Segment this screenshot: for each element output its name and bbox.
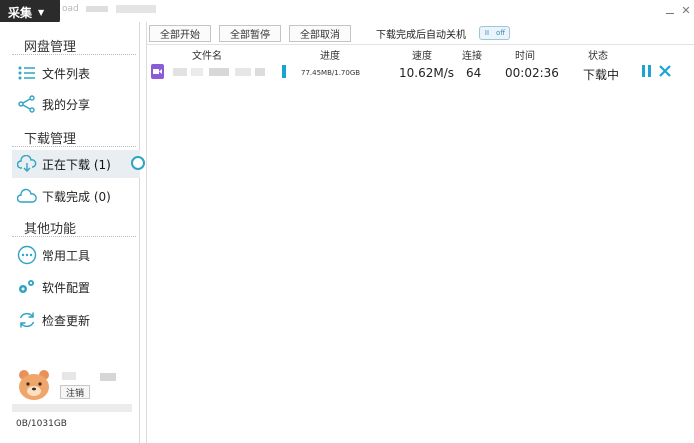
toggle-off-label: off <box>496 29 506 37</box>
blurred-filename <box>255 68 265 76</box>
cloud-done-icon <box>16 185 38 207</box>
caret-down-icon: ▼ <box>38 7 45 17</box>
more-icon <box>16 244 38 266</box>
sidebar-item-completed[interactable]: 下载完成 (0) <box>12 182 140 210</box>
sidebar-item-label: 我的分享 <box>42 97 91 112</box>
blurred-filename <box>209 68 229 76</box>
share-icon <box>16 93 38 115</box>
column-header-speed[interactable]: 速度 <box>412 47 432 62</box>
column-header-status[interactable]: 状态 <box>588 47 608 62</box>
sidebar-item-my-share[interactable]: 我的分享 <box>12 90 140 118</box>
section-divider <box>12 236 136 237</box>
column-header-progress[interactable]: 进度 <box>320 47 340 62</box>
sidebar-item-downloading[interactable]: 正在下载 (1) <box>12 150 140 178</box>
row-progress: 77.45MB/1.70GB <box>301 69 361 77</box>
sidebar-item-label: 文件列表 <box>42 66 91 81</box>
blurred-username <box>62 372 76 380</box>
sidebar-item-label: 下载完成 (0) <box>42 189 111 204</box>
blurred-title-part <box>116 5 156 13</box>
collect-menu-button[interactable]: 采集 ▼ <box>0 0 60 24</box>
quota-text: 0B/1031GB <box>16 419 67 429</box>
row-connections: 64 <box>466 66 482 80</box>
close-icon[interactable]: ✕ <box>680 4 692 16</box>
active-indicator-icon <box>131 156 145 170</box>
toolbar-divider <box>147 44 694 45</box>
sidebar-item-check-update[interactable]: 检查更新 <box>12 306 140 334</box>
blurred-title-part <box>86 6 108 12</box>
sidebar-item-label: 常用工具 <box>42 248 91 263</box>
row-time: 00:02:36 <box>505 66 559 80</box>
sidebar-item-label: 正在下载 (1) <box>42 157 111 172</box>
auto-shutdown-label: 下载完成后自动关机 <box>376 30 466 41</box>
quota-bar <box>12 404 132 412</box>
collect-menu-label: 采集 <box>8 5 33 20</box>
section-title-other: 其他功能 <box>24 222 77 237</box>
toggle-knob: II <box>484 29 490 37</box>
download-panel: 全部开始 全部暂停 全部取消 下载完成后自动关机 II off 文件名 进度 速… <box>146 22 694 443</box>
cancel-download-icon[interactable] <box>658 64 672 78</box>
auto-shutdown-toggle[interactable]: II off <box>479 26 510 40</box>
start-all-button[interactable]: 全部开始 <box>149 25 211 42</box>
logout-button[interactable]: 注销 <box>60 385 90 399</box>
column-header-time[interactable]: 时间 <box>515 47 535 62</box>
section-title-cloud-manage: 网盘管理 <box>24 40 77 55</box>
sidebar-item-settings[interactable]: 软件配置 <box>12 273 140 301</box>
progress-indicator <box>282 65 286 78</box>
cancel-all-button[interactable]: 全部取消 <box>289 25 351 42</box>
blurred-filename <box>191 68 203 76</box>
app-window: 采集 ▼ oad ✕ 网盘管理 文件列表 我的分享 下载管理 正在下载 (1) … <box>0 0 694 443</box>
sidebar-item-tools[interactable]: 常用工具 <box>12 241 140 269</box>
refresh-icon <box>16 309 38 331</box>
row-speed: 10.62M/s <box>399 66 455 80</box>
video-file-icon <box>151 64 164 79</box>
section-divider <box>12 146 136 147</box>
title-bar: 采集 ▼ oad ✕ <box>0 0 694 24</box>
blurred-username <box>100 373 116 381</box>
sidebar-item-label: 检查更新 <box>42 313 91 328</box>
column-header-filename[interactable]: 文件名 <box>192 47 222 62</box>
blurred-filename <box>235 68 251 76</box>
row-status: 下载中 <box>583 68 620 82</box>
pause-icon[interactable] <box>639 64 653 78</box>
pause-all-button[interactable]: 全部暂停 <box>219 25 281 42</box>
sidebar: 网盘管理 文件列表 我的分享 下载管理 正在下载 (1) 下载完成 (0) 其他… <box>0 22 140 443</box>
sidebar-item-file-list[interactable]: 文件列表 <box>12 59 140 87</box>
blurred-filename <box>173 68 187 76</box>
section-title-download-manage: 下载管理 <box>24 132 77 147</box>
sidebar-item-label: 软件配置 <box>42 280 91 295</box>
window-title: oad <box>62 4 79 14</box>
column-header-connections[interactable]: 连接 <box>462 47 482 62</box>
list-icon <box>16 62 38 84</box>
minimize-icon[interactable] <box>664 4 676 16</box>
gear-icon <box>16 276 38 298</box>
cloud-download-icon <box>16 153 38 175</box>
section-divider <box>12 54 136 55</box>
avatar <box>19 370 49 400</box>
